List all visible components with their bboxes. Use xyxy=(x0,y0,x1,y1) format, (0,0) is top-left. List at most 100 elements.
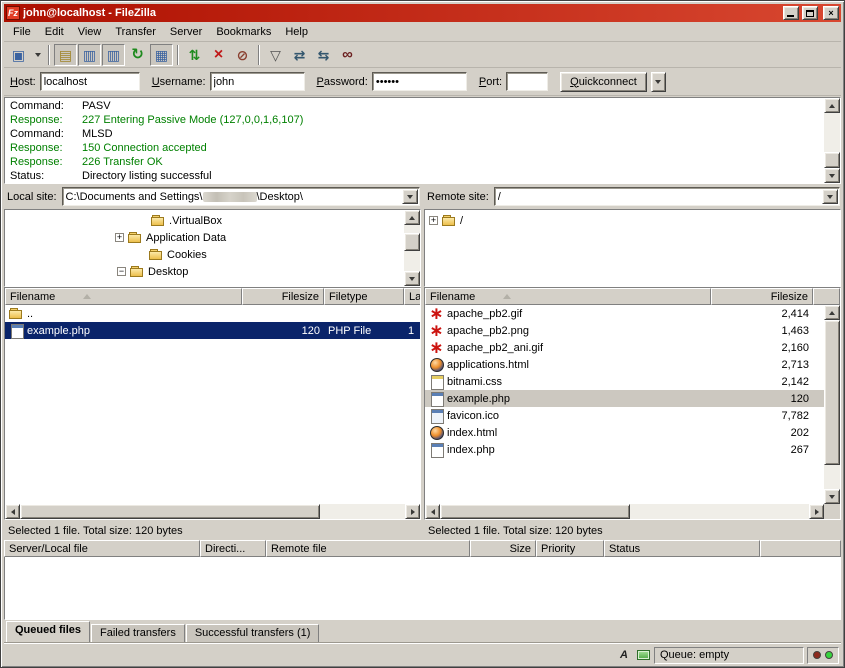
scroll-down-button[interactable] xyxy=(824,168,840,183)
title-bar[interactable]: Fz john@localhost - FileZilla × xyxy=(4,4,841,22)
process-queue-button[interactable]: ⇅ xyxy=(183,44,206,66)
remote-horizontal-scrollbar[interactable] xyxy=(425,504,824,519)
local-horizontal-scrollbar[interactable] xyxy=(5,504,420,519)
local-tree-scrollbar[interactable] xyxy=(404,210,420,286)
scroll-right-button[interactable] xyxy=(405,504,420,519)
tree-expander-plus[interactable]: + xyxy=(429,216,438,225)
toggle-remote-tree-button[interactable]: ▥ xyxy=(102,44,125,66)
local-site-dropdown-button[interactable] xyxy=(402,189,418,204)
column-header-filesize[interactable]: Filesize xyxy=(242,288,324,305)
file-row-example-php[interactable]: example.php120 xyxy=(425,390,824,407)
scrollbar-track[interactable] xyxy=(824,113,840,168)
directory-filter-button[interactable]: ▽ xyxy=(264,44,287,66)
scrollbar-thumb[interactable] xyxy=(440,504,630,519)
remote-site-combobox[interactable]: / xyxy=(494,187,840,206)
scrollbar-track[interactable] xyxy=(440,504,809,519)
menu-item-help[interactable]: Help xyxy=(278,23,315,41)
column-header-filetype[interactable]: Filetype xyxy=(324,288,404,305)
host-input[interactable] xyxy=(40,72,140,91)
tab-failed-transfers[interactable]: Failed transfers xyxy=(91,624,185,642)
file-row-example-php[interactable]: example.php120PHP File1 xyxy=(5,322,420,339)
menu-item-transfer[interactable]: Transfer xyxy=(108,23,163,41)
refresh-button[interactable]: ↻ xyxy=(126,44,149,66)
file-row-bitnami-css[interactable]: bitnami.css2,142 xyxy=(425,373,824,390)
tree-item-desktop[interactable]: − Desktop xyxy=(5,263,404,280)
keypad-icon[interactable] xyxy=(635,647,651,663)
redacted-username xyxy=(203,192,257,202)
tab-successful-transfers-1[interactable]: Successful transfers (1) xyxy=(186,624,320,642)
tree-expander-minus[interactable]: − xyxy=(117,267,126,276)
column-header-directi[interactable]: Directi... xyxy=(200,540,266,557)
column-header-remote-file[interactable]: Remote file xyxy=(266,540,470,557)
file-row-apache-pb2-png[interactable]: apache_pb2.png1,463 xyxy=(425,322,824,339)
column-header-server-local-file[interactable]: Server/Local file xyxy=(4,540,200,557)
file-row-apache-pb2-gif[interactable]: apache_pb2.gif2,414 xyxy=(425,305,824,322)
datatype-indicator-icon[interactable]: A xyxy=(616,647,632,663)
scrollbar-track[interactable] xyxy=(20,504,405,519)
directory-comparison-button[interactable]: ⇄ xyxy=(288,44,311,66)
file-row-index-php[interactable]: index.php267 xyxy=(425,441,824,458)
toggle-local-tree-button[interactable]: ▥ xyxy=(78,44,101,66)
log-scrollbar[interactable] xyxy=(824,98,840,183)
column-header-priority[interactable]: Priority xyxy=(536,540,604,557)
port-input[interactable] xyxy=(506,72,548,91)
scroll-down-button[interactable] xyxy=(824,489,840,504)
column-header-filename[interactable]: Filename xyxy=(5,288,242,305)
file-row-index-html[interactable]: index.html202 xyxy=(425,424,824,441)
file-row-favicon-ico[interactable]: favicon.ico7,782 xyxy=(425,407,824,424)
disconnect-button[interactable]: ⊘ xyxy=(231,44,254,66)
site-manager-button[interactable]: ▣ xyxy=(7,44,30,66)
column-label: Filesize xyxy=(282,291,319,303)
scroll-up-button[interactable] xyxy=(824,305,840,320)
queue-body[interactable] xyxy=(4,557,841,620)
scroll-left-button[interactable] xyxy=(425,504,440,519)
scroll-right-button[interactable] xyxy=(809,504,824,519)
username-input[interactable] xyxy=(210,72,305,91)
scroll-left-button[interactable] xyxy=(5,504,20,519)
remote-site-dropdown-button[interactable] xyxy=(822,189,838,204)
scrollbar-thumb[interactable] xyxy=(824,152,840,168)
column-header-last-modified[interactable]: Last modified xyxy=(404,288,420,305)
scroll-up-button[interactable] xyxy=(824,98,840,113)
maximize-button[interactable] xyxy=(802,6,818,20)
scrollbar-thumb[interactable] xyxy=(20,504,320,519)
column-header-status[interactable]: Status xyxy=(604,540,760,557)
file-row-item[interactable]: .. xyxy=(5,305,420,322)
cancel-operation-button[interactable]: × xyxy=(207,44,230,66)
site-manager-dropdown-button[interactable] xyxy=(31,44,44,66)
scrollbar-thumb[interactable] xyxy=(404,233,420,251)
find-files-button[interactable]: ∞ xyxy=(336,44,359,66)
menu-item-file[interactable]: File xyxy=(6,23,38,41)
file-row-applications-html[interactable]: applications.html2,713 xyxy=(425,356,824,373)
menu-item-bookmarks[interactable]: Bookmarks xyxy=(209,23,278,41)
menu-item-view[interactable]: View xyxy=(71,23,109,41)
menu-item-edit[interactable]: Edit xyxy=(38,23,71,41)
quickconnect-dropdown-button[interactable] xyxy=(651,72,666,92)
menu-item-server[interactable]: Server xyxy=(163,23,209,41)
remote-vertical-scrollbar[interactable] xyxy=(824,305,840,504)
file-row-apache-pb2-ani-gif[interactable]: apache_pb2_ani.gif2,160 xyxy=(425,339,824,356)
scrollbar-track[interactable] xyxy=(404,225,420,271)
scrollbar-track[interactable] xyxy=(824,320,840,489)
toggle-message-log-button[interactable]: ▤ xyxy=(54,44,77,66)
close-button[interactable]: × xyxy=(823,6,839,20)
toggle-queue-button[interactable]: ▦ xyxy=(150,44,173,66)
tree-item-application-data[interactable]: + Application Data xyxy=(5,229,404,246)
scrollbar-thumb[interactable] xyxy=(824,320,840,465)
column-header-filename[interactable]: Filename xyxy=(425,288,711,305)
tree-item-item[interactable]: + / xyxy=(425,212,840,229)
scroll-down-button[interactable] xyxy=(404,271,420,286)
synchronized-browsing-button[interactable]: ⇆ xyxy=(312,44,335,66)
local-site-combobox[interactable]: C:\Documents and Settings\\Desktop\ xyxy=(62,187,420,206)
quickconnect-button[interactable]: Quickconnect xyxy=(560,72,647,92)
column-header-filesize[interactable]: Filesize xyxy=(711,288,813,305)
tab-queued-files[interactable]: Queued files xyxy=(6,621,90,642)
tree-item-virtualbox[interactable]: .VirtualBox xyxy=(5,212,404,229)
tree-expander-plus[interactable]: + xyxy=(115,233,124,242)
scroll-up-button[interactable] xyxy=(404,210,420,225)
column-header-size[interactable]: Size xyxy=(470,540,536,557)
column-label: Filename xyxy=(430,291,475,303)
minimize-button[interactable] xyxy=(783,6,799,20)
password-input[interactable] xyxy=(372,72,467,91)
tree-item-cookies[interactable]: Cookies xyxy=(5,246,404,263)
